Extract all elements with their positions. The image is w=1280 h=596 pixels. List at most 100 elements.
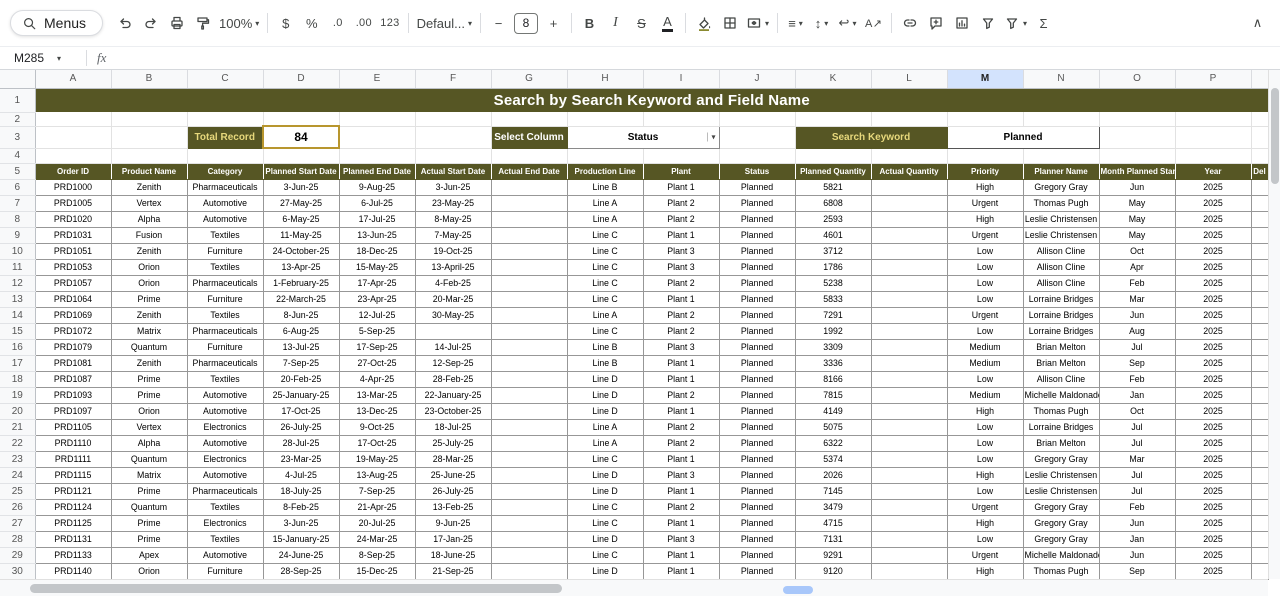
data-cell[interactable]: 2025 <box>1175 499 1251 515</box>
data-cell[interactable]: Line B <box>567 339 643 355</box>
data-cell[interactable]: Plant 1 <box>643 515 719 531</box>
data-cell[interactable]: Line D <box>567 403 643 419</box>
data-cell[interactable]: Leslie Christensen <box>1023 483 1099 499</box>
data-cell[interactable]: 23-October-25 <box>415 403 491 419</box>
empty-cell[interactable] <box>415 126 491 148</box>
data-cell[interactable]: 17-Jan-25 <box>415 531 491 547</box>
data-cell[interactable]: Orion <box>111 259 187 275</box>
data-cell[interactable]: PRD1079 <box>35 339 111 355</box>
data-cell[interactable]: 24-Mar-25 <box>339 531 415 547</box>
data-cell[interactable] <box>1251 419 1268 435</box>
data-cell[interactable]: Line C <box>567 227 643 243</box>
font-size-input[interactable]: 8 <box>514 13 538 34</box>
data-cell[interactable] <box>491 211 567 227</box>
data-cell[interactable]: Plant 2 <box>643 435 719 451</box>
data-cell[interactable]: Electronics <box>187 451 263 467</box>
row-header-9[interactable]: 9 <box>0 227 35 243</box>
data-cell[interactable] <box>1251 307 1268 323</box>
horizontal-scrollbar[interactable] <box>0 579 1268 596</box>
data-cell[interactable] <box>871 563 947 579</box>
data-cell[interactable] <box>491 339 567 355</box>
data-cell[interactable]: 13-Aug-25 <box>339 467 415 483</box>
data-cell[interactable]: Planned <box>719 211 795 227</box>
data-cell[interactable]: Jun <box>1099 547 1175 563</box>
data-cell[interactable]: Apex <box>111 547 187 563</box>
column-header-P[interactable]: P <box>1175 70 1251 88</box>
filter-views-button[interactable]: ▾ <box>1001 10 1030 36</box>
data-cell[interactable]: Low <box>947 371 1023 387</box>
data-cell[interactable]: 1-February-25 <box>263 275 339 291</box>
row-header-20[interactable]: 20 <box>0 403 35 419</box>
data-cell[interactable]: Gregory Gray <box>1023 531 1099 547</box>
data-cell[interactable] <box>491 451 567 467</box>
data-cell[interactable]: 13-Jul-25 <box>263 339 339 355</box>
empty-cell[interactable] <box>187 112 263 126</box>
data-cell[interactable]: Apr <box>1099 259 1175 275</box>
data-cell[interactable]: 21-Apr-25 <box>339 499 415 515</box>
data-cell[interactable]: 12-Sep-25 <box>415 355 491 371</box>
data-cell[interactable]: Gregory Gray <box>1023 515 1099 531</box>
horizontal-scrollbar-thumb[interactable] <box>30 584 562 593</box>
data-cell[interactable]: Line C <box>567 547 643 563</box>
data-cell[interactable] <box>1251 483 1268 499</box>
column-header-O[interactable]: O <box>1099 70 1175 88</box>
data-cell[interactable]: 27-Oct-25 <box>339 355 415 371</box>
data-cell[interactable]: 2025 <box>1175 419 1251 435</box>
data-cell[interactable] <box>491 291 567 307</box>
data-cell[interactable] <box>1251 499 1268 515</box>
hide-menus-button[interactable]: ∧ <box>1245 10 1270 36</box>
decrease-font-size-button[interactable]: − <box>486 10 511 36</box>
data-cell[interactable]: 3479 <box>795 499 871 515</box>
data-cell[interactable] <box>491 531 567 547</box>
data-cell[interactable]: Low <box>947 275 1023 291</box>
row-header-27[interactable]: 27 <box>0 515 35 531</box>
data-cell[interactable]: PRD1087 <box>35 371 111 387</box>
data-cell[interactable] <box>871 243 947 259</box>
data-cell[interactable]: Line C <box>567 323 643 339</box>
data-cell[interactable]: Urgent <box>947 227 1023 243</box>
data-cell[interactable]: Line D <box>567 467 643 483</box>
data-cell[interactable]: 18-Jul-25 <box>415 419 491 435</box>
empty-cell[interactable] <box>795 148 871 163</box>
row-header-10[interactable]: 10 <box>0 243 35 259</box>
data-cell[interactable]: Pharmaceuticals <box>187 275 263 291</box>
data-cell[interactable]: Line A <box>567 435 643 451</box>
data-cell[interactable]: Low <box>947 483 1023 499</box>
data-cell[interactable]: High <box>947 211 1023 227</box>
vertical-align-button[interactable]: ↕ ▾ <box>809 10 834 36</box>
data-cell[interactable]: PRD1124 <box>35 499 111 515</box>
name-box[interactable]: M285 ▾ <box>0 51 86 65</box>
data-cell[interactable]: High <box>947 467 1023 483</box>
empty-cell[interactable] <box>567 148 643 163</box>
data-cell[interactable]: 12-Jul-25 <box>339 307 415 323</box>
data-cell[interactable]: Gregory Gray <box>1023 451 1099 467</box>
data-cell[interactable]: Planned <box>719 451 795 467</box>
data-cell[interactable] <box>491 179 567 195</box>
row-header-2[interactable]: 2 <box>0 112 35 126</box>
data-cell[interactable]: Line B <box>567 355 643 371</box>
data-cell[interactable]: Low <box>947 435 1023 451</box>
data-cell[interactable]: Jan <box>1099 387 1175 403</box>
table-column-header[interactable]: Order ID <box>35 163 111 179</box>
data-cell[interactable]: PRD1131 <box>35 531 111 547</box>
data-cell[interactable] <box>871 195 947 211</box>
data-cell[interactable]: Line C <box>567 451 643 467</box>
data-cell[interactable]: Line D <box>567 483 643 499</box>
data-cell[interactable]: Low <box>947 451 1023 467</box>
data-cell[interactable]: Oct <box>1099 243 1175 259</box>
data-cell[interactable]: High <box>947 515 1023 531</box>
data-cell[interactable]: 2025 <box>1175 227 1251 243</box>
data-cell[interactable]: Medium <box>947 387 1023 403</box>
vertical-scrollbar[interactable] <box>1268 70 1280 579</box>
data-cell[interactable]: Prime <box>111 387 187 403</box>
data-cell[interactable]: High <box>947 563 1023 579</box>
empty-cell[interactable] <box>491 112 567 126</box>
data-cell[interactable]: 2025 <box>1175 387 1251 403</box>
empty-cell[interactable] <box>1099 148 1175 163</box>
data-cell[interactable] <box>871 547 947 563</box>
empty-cell[interactable] <box>35 148 111 163</box>
format-percent-button[interactable]: % <box>299 10 324 36</box>
data-cell[interactable] <box>871 371 947 387</box>
data-cell[interactable]: Prime <box>111 483 187 499</box>
data-cell[interactable]: Planned <box>719 371 795 387</box>
